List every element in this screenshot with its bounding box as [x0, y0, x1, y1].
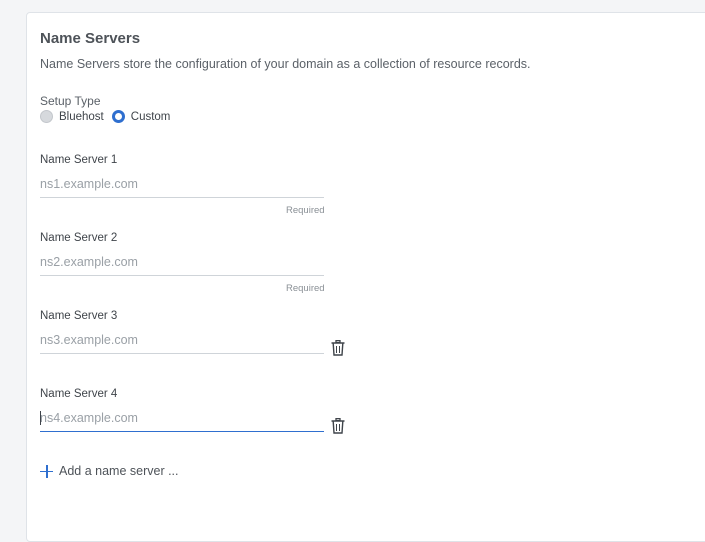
name-server-3-field: Name Server 3 [40, 310, 345, 380]
custom-radio[interactable] [111, 110, 125, 123]
setup-type-radio-group: Bluehost Custom [40, 110, 178, 123]
name-server-4-label: Name Server 4 [40, 388, 118, 400]
name-servers-card: Name Servers Name Servers store the conf… [26, 12, 705, 542]
bluehost-radio[interactable] [40, 110, 53, 123]
name-server-1-required-hint: Required [286, 205, 325, 216]
name-server-1-input[interactable] [40, 170, 324, 198]
text-caret [40, 411, 41, 425]
plus-icon[interactable] [40, 464, 53, 478]
add-name-server-label[interactable]: Add a name server ... [59, 464, 179, 478]
name-server-2-label: Name Server 2 [40, 232, 118, 244]
name-server-2-required-hint: Required [286, 283, 325, 294]
section-title: Name Servers [40, 30, 141, 47]
name-server-4-input[interactable] [40, 404, 324, 432]
name-server-4-field: Name Server 4 [40, 388, 345, 458]
name-server-2-field: Name Server 2 Required [40, 232, 340, 302]
name-server-1-field: Name Server 1 Required [40, 154, 340, 224]
section-description: Name Servers store the configuration of … [40, 57, 531, 71]
trash-icon[interactable] [331, 340, 345, 356]
trash-icon[interactable] [331, 418, 345, 434]
bluehost-radio-label[interactable]: Bluehost [59, 111, 104, 123]
name-server-2-input[interactable] [40, 248, 324, 276]
name-server-3-label: Name Server 3 [40, 310, 118, 322]
custom-radio-label[interactable]: Custom [131, 111, 171, 123]
add-name-server-button[interactable]: Add a name server ... [40, 464, 179, 478]
name-server-3-input[interactable] [40, 326, 324, 354]
setup-type-label: Setup Type [40, 94, 101, 108]
name-server-1-label: Name Server 1 [40, 154, 118, 166]
